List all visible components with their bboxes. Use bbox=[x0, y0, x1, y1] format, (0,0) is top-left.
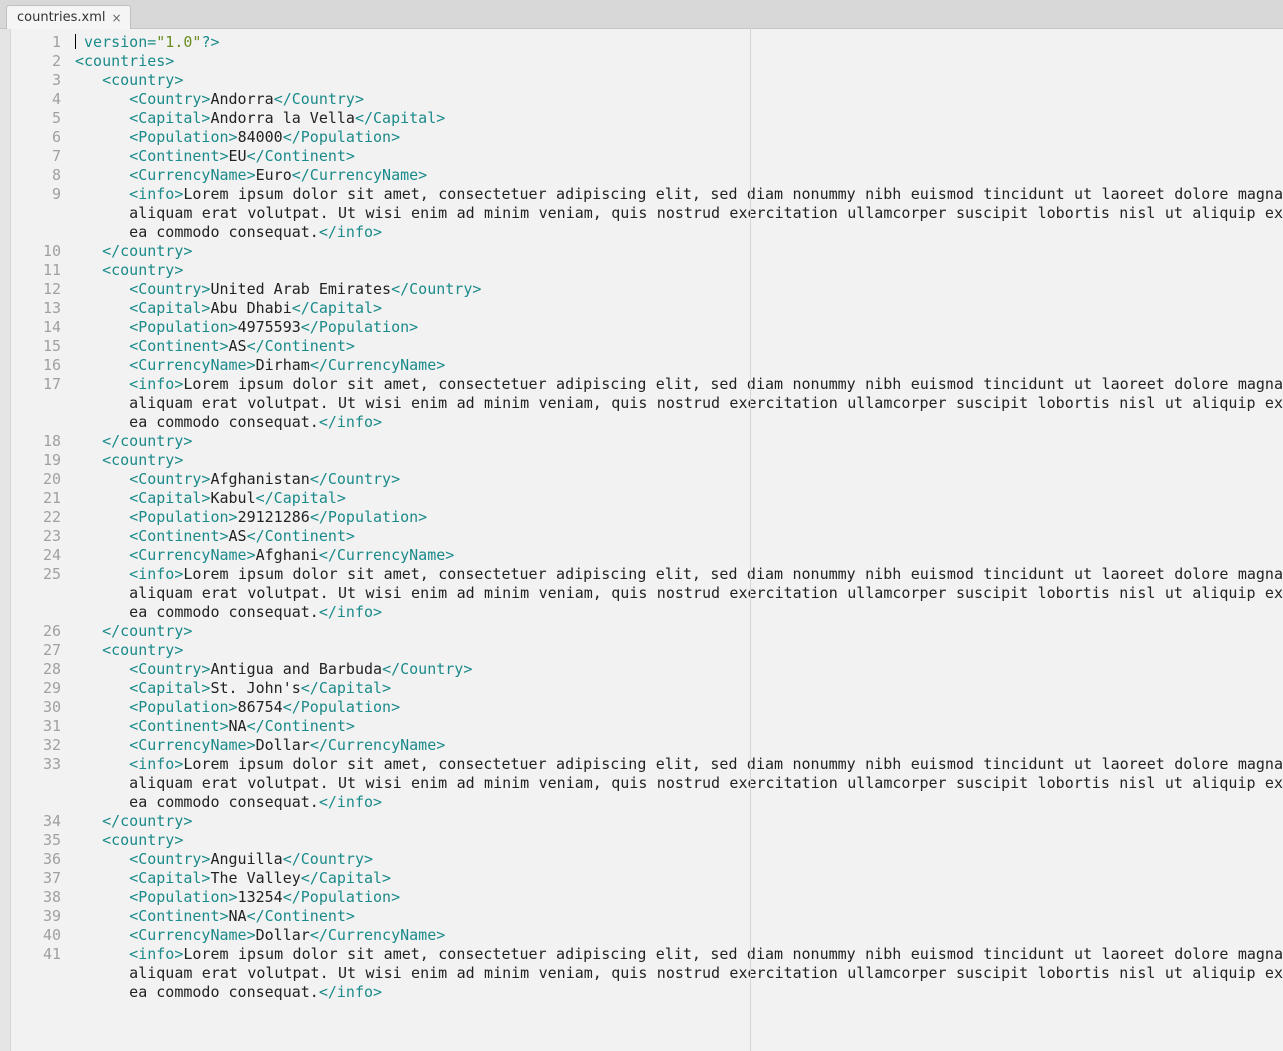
tab-strip: countries.xml × bbox=[0, 0, 1283, 29]
close-icon[interactable]: × bbox=[112, 12, 122, 24]
tab-countries-xml[interactable]: countries.xml × bbox=[6, 5, 131, 29]
tab-label: countries.xml bbox=[17, 10, 106, 25]
fold-gutter bbox=[0, 29, 11, 1051]
editor-area[interactable]: 1234567891011121314151617181920212223242… bbox=[0, 29, 1283, 1051]
line-number-gutter: 1234567891011121314151617181920212223242… bbox=[11, 29, 69, 1051]
code-content[interactable]: version="1.0"?><countries> <country> <Co… bbox=[69, 29, 1283, 1051]
editor-window: countries.xml × 123456789101112131415161… bbox=[0, 0, 1283, 1051]
